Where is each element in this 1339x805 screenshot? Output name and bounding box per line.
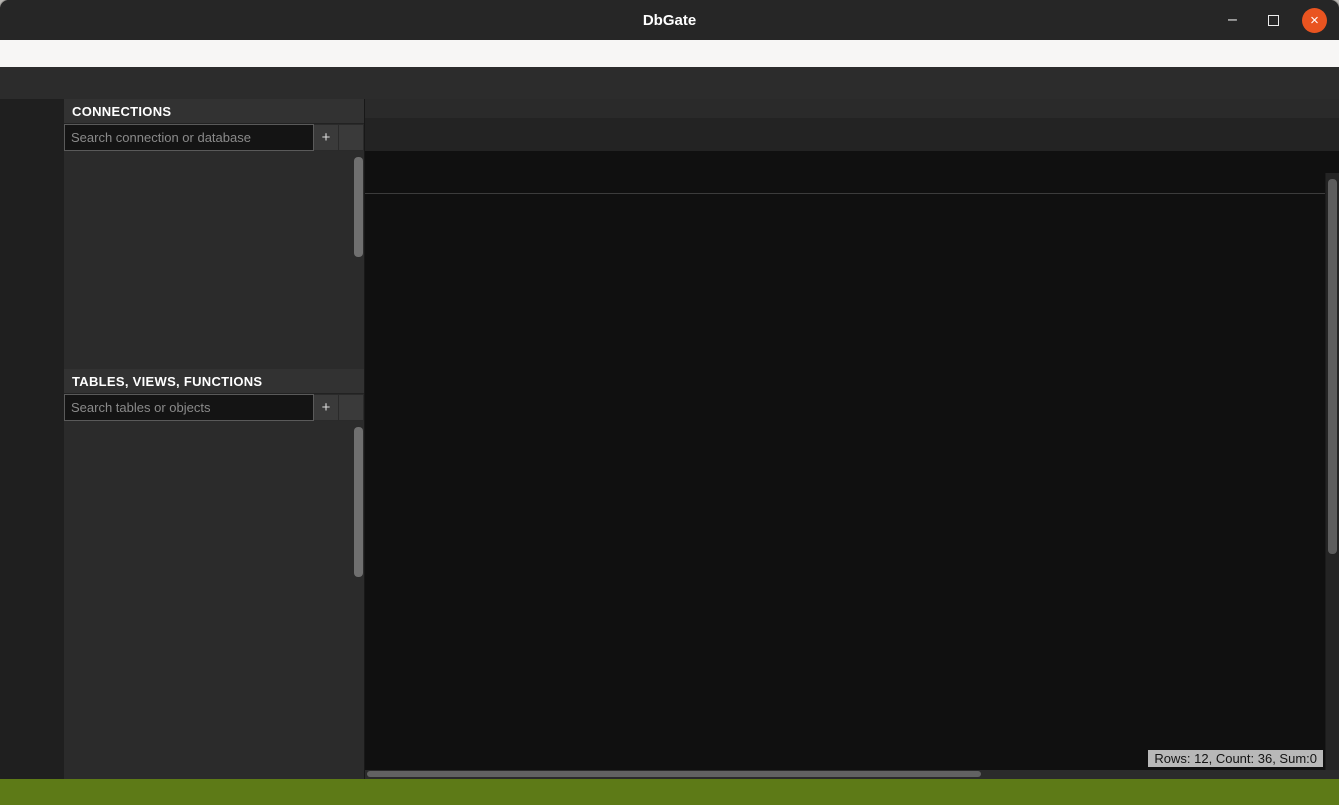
window-title: DbGate	[0, 12, 1339, 29]
minimize-button[interactable]: –	[1220, 8, 1245, 33]
maximize-button[interactable]	[1261, 8, 1286, 33]
grid-header-row	[365, 151, 1339, 173]
connections-refresh-button[interactable]	[339, 124, 364, 151]
tables-search-input[interactable]	[64, 394, 314, 421]
content-area: Rows: 12, Count: 36, Sum:0	[365, 99, 1339, 779]
connections-header: CONNECTIONS	[64, 99, 364, 124]
selection-stats-badge: Rows: 12, Count: 36, Sum:0	[1148, 750, 1323, 767]
tab-group-bar	[365, 99, 1339, 118]
vertical-scrollbar[interactable]	[1325, 173, 1339, 770]
close-button[interactable]: ×	[1302, 8, 1327, 33]
tables-refresh-button[interactable]	[339, 394, 364, 421]
status-bar	[0, 779, 1339, 805]
grid-filter-row	[365, 173, 1339, 194]
connections-search-input[interactable]	[64, 124, 314, 151]
connections-search-row: +	[64, 124, 364, 151]
tables-scrollbar[interactable]	[354, 427, 363, 577]
connections-scrollbar[interactable]	[354, 157, 363, 257]
add-table-icon-button[interactable]: +	[314, 394, 339, 421]
icon-rail	[0, 99, 64, 779]
data-grid: Rows: 12, Count: 36, Sum:0	[365, 151, 1339, 779]
tables-search-row: +	[64, 394, 364, 421]
title-bar: DbGate – ×	[0, 0, 1339, 40]
menu-bar	[0, 40, 1339, 67]
add-connection-icon-button[interactable]: +	[314, 124, 339, 151]
horizontal-scrollbar[interactable]	[365, 770, 1339, 779]
dbgate-window: DbGate – × CONNECTIONS + TABLES, VIEWS, …	[0, 0, 1339, 805]
tables-header: TABLES, VIEWS, FUNCTIONS	[64, 369, 364, 394]
tables-tree	[64, 421, 364, 779]
grid-rows	[365, 194, 1339, 770]
connections-tree	[64, 151, 364, 369]
vertical-scrollbar-thumb[interactable]	[1328, 179, 1337, 554]
tab-bar	[365, 118, 1339, 151]
window-controls: – ×	[1220, 8, 1339, 33]
toolbar	[0, 67, 1339, 99]
horizontal-scrollbar-thumb[interactable]	[367, 771, 981, 777]
side-panel: CONNECTIONS + TABLES, VIEWS, FUNCTIONS +	[64, 99, 365, 779]
main-body: CONNECTIONS + TABLES, VIEWS, FUNCTIONS +	[0, 99, 1339, 779]
